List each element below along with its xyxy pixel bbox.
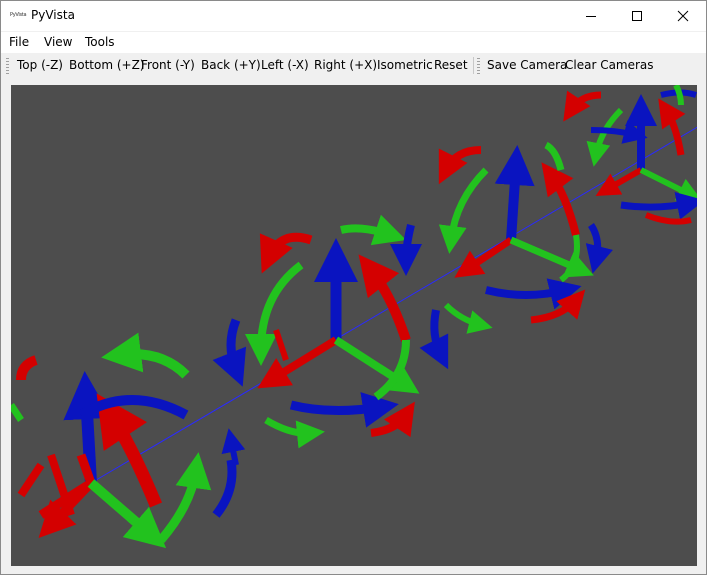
reset-view-button[interactable]: Reset — [434, 58, 468, 72]
toolbar: Top (-Z) Bottom (+Z) Front (-Y) Back (+Y… — [1, 53, 706, 77]
left-view-button[interactable]: Left (-X) — [261, 58, 309, 72]
maximize-button[interactable] — [614, 1, 660, 31]
maximize-icon — [632, 11, 642, 21]
minimize-icon — [586, 16, 596, 17]
axes-glyph-3 — [419, 141, 613, 370]
toolbar-grip-2[interactable] — [477, 58, 480, 74]
app-window: PyVista PyVista File View Tools Top (-Z)… — [0, 0, 707, 575]
axes-glyph-1 — [11, 332, 246, 549]
menu-bar: File View Tools — [1, 32, 706, 53]
axes-glyph-4 — [563, 85, 697, 225]
window-title: PyVista — [31, 8, 75, 22]
clear-cameras-button[interactable]: Clear Cameras — [565, 58, 654, 72]
top-view-button[interactable]: Top (-Z) — [17, 58, 63, 72]
right-view-button[interactable]: Right (+X) — [314, 58, 377, 72]
menu-file[interactable]: File — [9, 35, 29, 49]
toolbar-grip[interactable] — [6, 58, 9, 74]
axes-glyph-2 — [212, 214, 423, 449]
toolbar-separator — [473, 57, 474, 74]
close-button[interactable] — [660, 1, 706, 31]
isometric-view-button[interactable]: Isometric — [377, 58, 433, 72]
close-icon — [677, 10, 689, 22]
back-view-button[interactable]: Back (+Y) — [201, 58, 261, 72]
front-view-button[interactable]: Front (-Y) — [141, 58, 195, 72]
save-camera-button[interactable]: Save Camera — [487, 58, 567, 72]
title-bar[interactable]: PyVista PyVista — [1, 1, 706, 31]
minimize-button[interactable] — [568, 1, 614, 31]
pyvista-icon: PyVista — [10, 12, 27, 18]
menu-tools[interactable]: Tools — [85, 35, 115, 49]
menu-view[interactable]: View — [44, 35, 72, 49]
scene-canvas[interactable] — [11, 85, 697, 566]
render-viewport[interactable] — [11, 85, 697, 566]
bottom-view-button[interactable]: Bottom (+Z) — [69, 58, 144, 72]
